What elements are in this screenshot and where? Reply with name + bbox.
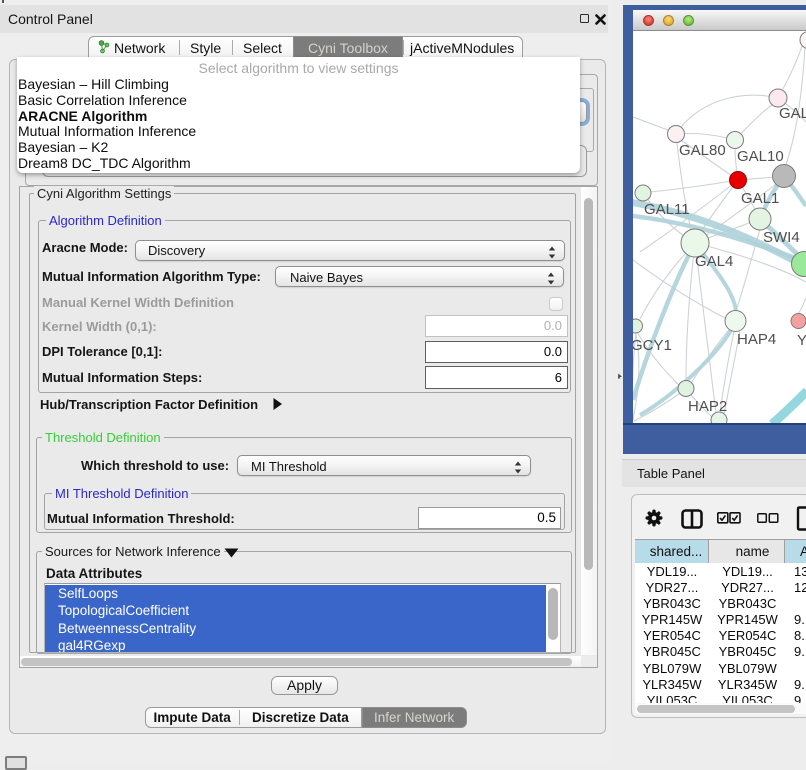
svg-text:GAL1: GAL1 [741,190,779,207]
svg-text:GAL10: GAL10 [737,148,784,165]
svg-text:GAL80: GAL80 [679,142,726,159]
svg-text:GAL11: GAL11 [644,201,690,218]
svg-text:HAP4: HAP4 [737,331,776,348]
svg-text:HAP2: HAP2 [688,398,727,415]
svg-text:GCY1: GCY1 [633,337,672,354]
svg-text:GAL7: GAL7 [779,105,806,122]
svg-text:GAL4: GAL4 [695,253,733,270]
svg-text:SWI4: SWI4 [763,229,800,246]
svg-text:YD: YD [797,332,806,349]
